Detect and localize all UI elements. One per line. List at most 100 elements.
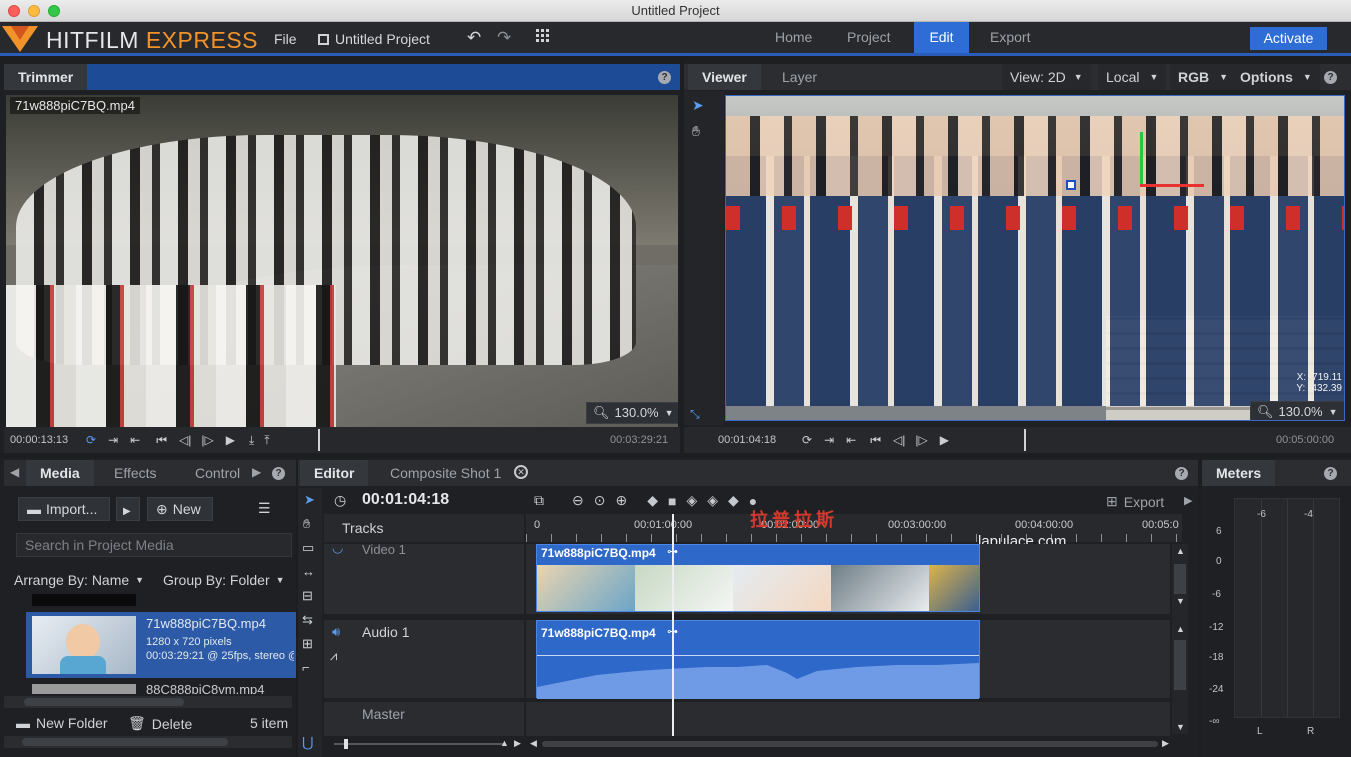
help-icon[interactable]: ? <box>1324 467 1337 480</box>
scroll-left-icon[interactable]: ◀ <box>530 738 537 749</box>
audio-track-lane[interactable]: 71w888piC7BQ.mp4 ⊶ <box>526 620 1170 699</box>
file-menu[interactable]: File <box>274 31 297 47</box>
play-icon[interactable]: ▶ <box>226 433 235 447</box>
list-view-icon[interactable]: ☰ <box>258 500 271 517</box>
trimmer-zoom-control[interactable]: 🔍︎ 130.0% ▼ <box>586 402 678 424</box>
tab-media[interactable]: Media <box>26 460 94 486</box>
roll-tool-icon[interactable]: ⇆ <box>302 612 313 628</box>
search-input[interactable]: Search in Project Media <box>16 533 292 557</box>
step-back-icon[interactable]: ◁| <box>179 433 191 447</box>
help-icon[interactable]: ? <box>1324 71 1337 84</box>
select-tool-icon[interactable]: ➤ <box>304 492 315 508</box>
scroll-right-icon[interactable]: ▶ <box>252 465 261 479</box>
channel-dropdown[interactable]: RGB ▼ <box>1170 64 1237 90</box>
undo-icon[interactable]: ↶ <box>467 28 481 48</box>
close-window-button[interactable] <box>8 5 20 17</box>
set-in-icon[interactable]: ⇥ <box>824 433 834 447</box>
master-track-lane[interactable] <box>526 702 1170 736</box>
options-dropdown[interactable]: Options ▼ <box>1232 64 1320 90</box>
timeline-vertical-scrollbar[interactable]: ▲ ▼ ▲ ▼ <box>1172 544 1188 734</box>
timeline-horizontal-scrollbar[interactable]: ◀ ▶ <box>530 738 1170 750</box>
tab-composite-shot[interactable]: Composite Shot 1 <box>376 460 515 486</box>
hand-tool-icon[interactable]: ✋︎ <box>303 516 310 532</box>
select-tool-icon[interactable]: ➤ <box>692 97 704 114</box>
redo-icon[interactable]: ↷ <box>497 28 511 48</box>
scroll-up-icon[interactable]: ▲ <box>1176 624 1185 634</box>
insert-icon[interactable]: ⤓ <box>249 433 254 448</box>
scroll-down-icon[interactable]: ▼ <box>1176 596 1185 606</box>
keyframe-icon[interactable]: ◆ <box>728 492 739 509</box>
keyframe-remove-icon[interactable]: ◈ <box>707 492 718 509</box>
delete-button[interactable]: 🗑︎ Delete <box>128 715 192 732</box>
scroll-up-icon[interactable]: ▲ <box>1176 546 1185 556</box>
video-clip[interactable]: 71w888piC7BQ.mp4 ⊶ <box>536 544 980 612</box>
help-icon[interactable]: ? <box>1175 467 1188 480</box>
scroll-left-icon[interactable]: ◀ <box>10 465 19 479</box>
import-menu-button[interactable]: ▶ <box>116 497 140 521</box>
go-start-icon[interactable]: ⏮ <box>156 433 167 448</box>
close-tab-icon[interactable]: ✕ <box>514 465 528 479</box>
media-scrollbar[interactable] <box>4 696 292 708</box>
view-mode-dropdown[interactable]: View: 2D ▼ <box>1002 64 1091 90</box>
slip-tool-icon[interactable]: ↔ <box>302 564 315 579</box>
media-bottom-scrollbar[interactable] <box>4 736 292 748</box>
audio-clip[interactable]: 71w888piC7BQ.mp4 ⊶ <box>536 620 980 699</box>
viewer-video[interactable]: X: -719.11 Y: -432.39 🔍︎ 130.0% ▼ <box>725 95 1345 421</box>
activate-button[interactable]: Activate <box>1250 27 1327 50</box>
tab-viewer[interactable]: Viewer <box>688 64 761 90</box>
viewer-playhead[interactable] <box>1024 429 1026 451</box>
import-button[interactable]: ▬ Import... <box>18 497 110 521</box>
editor-timecode[interactable]: 00:01:04:18 <box>362 491 449 509</box>
overlay-icon[interactable]: ⤒ <box>264 433 269 448</box>
space-dropdown[interactable]: Local ▼ <box>1098 64 1167 90</box>
zoom-window-button[interactable] <box>48 5 60 17</box>
speaker-icon[interactable]: 🔊︎ <box>332 624 340 640</box>
prev-keyframe-icon[interactable]: ⊖ <box>572 492 584 509</box>
waveform-toggle-icon[interactable]: ⩘ <box>330 648 337 664</box>
media-item-selected[interactable]: 71w888piC7BQ.mp4 1280 x 720 pixels 00:03… <box>26 612 296 678</box>
set-out-icon[interactable]: ⇤ <box>130 433 140 447</box>
play-icon[interactable]: ▶ <box>940 433 949 447</box>
tab-meters[interactable]: Meters <box>1202 460 1276 486</box>
render-icon[interactable]: ⧉ <box>534 492 544 509</box>
group-by-dropdown[interactable]: Group By: Folder ▼ <box>163 572 285 588</box>
tab-editor[interactable]: Editor <box>300 460 369 486</box>
step-forward-icon[interactable]: |▷ <box>201 433 213 447</box>
step-forward-icon[interactable]: |▷ <box>915 433 927 447</box>
nav-project[interactable]: Project <box>833 22 905 53</box>
step-back-icon[interactable]: ◁| <box>893 433 905 447</box>
video-track-header[interactable]: ◡ Video 1 <box>324 540 524 614</box>
set-out-icon[interactable]: ⇤ <box>846 433 856 447</box>
x-axis-gizmo[interactable] <box>1140 184 1204 187</box>
scroll-right-icon[interactable]: ▶ <box>1162 738 1169 749</box>
project-name-button[interactable]: Untitled Project <box>318 31 430 47</box>
rate-stretch-icon[interactable]: ⊞ <box>302 636 313 652</box>
arrange-by-dropdown[interactable]: Arrange By: Name ▼ <box>14 572 144 588</box>
snap-magnet-icon[interactable]: ⋃ <box>302 734 313 751</box>
slice-tool-icon[interactable]: ▭ <box>302 540 314 556</box>
help-icon[interactable]: ? <box>272 467 285 480</box>
audio-track-header[interactable]: 🔊︎ Audio 1 ⩘ <box>324 620 524 698</box>
zoom-slider[interactable]: ▲ ▶ <box>324 738 524 750</box>
help-icon[interactable]: ? <box>658 71 671 84</box>
media-item-name[interactable]: 88C888piC8vm.mp4 <box>146 682 265 694</box>
next-keyframe-icon[interactable]: ⊕ <box>615 492 627 509</box>
master-track-header[interactable]: Master <box>324 702 524 736</box>
export-button[interactable]: ⊞ Export <box>1106 493 1164 510</box>
anchor-handle[interactable] <box>1066 180 1076 190</box>
go-start-icon[interactable]: ⏮ <box>870 433 881 448</box>
y-axis-gizmo[interactable] <box>1140 132 1143 186</box>
timeline-ruler[interactable]: 0 00:01:00:00 00:02:00:00 00:03:00:00 00… <box>526 514 1182 542</box>
new-folder-button[interactable]: ▬ New Folder <box>16 715 108 731</box>
viewer-zoom-control[interactable]: 🔍︎ 130.0% ▼ <box>1250 401 1344 420</box>
motion-path-icon[interactable]: ⤡ <box>690 407 700 422</box>
new-button[interactable]: ⊕ New <box>147 497 213 521</box>
minimize-window-button[interactable] <box>28 5 40 17</box>
video-track-lane[interactable]: 71w888piC7BQ.mp4 ⊶ <box>526 544 1170 614</box>
tab-layer[interactable]: Layer <box>768 64 831 90</box>
nav-home[interactable]: Home <box>761 22 826 53</box>
timeline-playhead[interactable] <box>672 514 674 736</box>
hand-tool-icon[interactable]: ✋︎ <box>692 123 700 140</box>
loop-icon[interactable]: ⟳ <box>802 433 812 447</box>
scroll-right-icon[interactable]: ▶ <box>514 738 521 749</box>
